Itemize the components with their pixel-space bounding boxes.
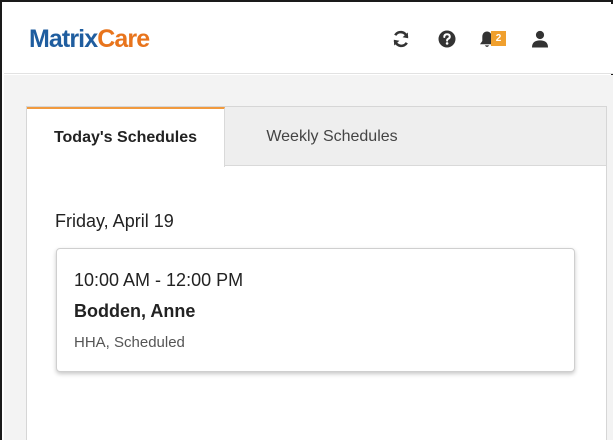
- notifications-button[interactable]: 2: [477, 26, 513, 52]
- schedules-panel: Today's Schedules Weekly Schedules Frida…: [26, 106, 607, 440]
- user-icon: [531, 30, 549, 48]
- tab-weekly-schedules[interactable]: Weekly Schedules: [226, 107, 438, 166]
- refresh-button[interactable]: [386, 26, 416, 52]
- notification-badge: 2: [491, 31, 506, 46]
- brand-logo-care: Care: [97, 25, 150, 53]
- schedule-date-heading: Friday, April 19: [55, 211, 174, 231]
- user-menu-button[interactable]: [525, 26, 555, 52]
- top-bar: MatrixCare 2: [4, 4, 613, 74]
- schedule-card[interactable]: 10:00 AM - 12:00 PM Bodden, Anne HHA, Sc…: [56, 248, 575, 372]
- app-frame: MatrixCare 2 Today's Schedules Weekly Sc…: [0, 0, 613, 440]
- brand-logo[interactable]: MatrixCare: [29, 24, 150, 54]
- schedule-tabs: Today's Schedules Weekly Schedules: [27, 107, 606, 167]
- tab-todays-schedules[interactable]: Today's Schedules: [27, 107, 225, 167]
- schedule-time: 10:00 AM - 12:00 PM: [74, 270, 244, 290]
- refresh-icon: [391, 29, 411, 49]
- visit-status: HHA, Scheduled: [74, 334, 185, 351]
- help-button[interactable]: [432, 26, 462, 52]
- main-content: Today's Schedules Weekly Schedules Frida…: [4, 75, 613, 440]
- client-name: Bodden, Anne: [74, 301, 196, 321]
- brand-logo-matrix: Matrix: [29, 25, 98, 53]
- help-icon: [437, 29, 457, 49]
